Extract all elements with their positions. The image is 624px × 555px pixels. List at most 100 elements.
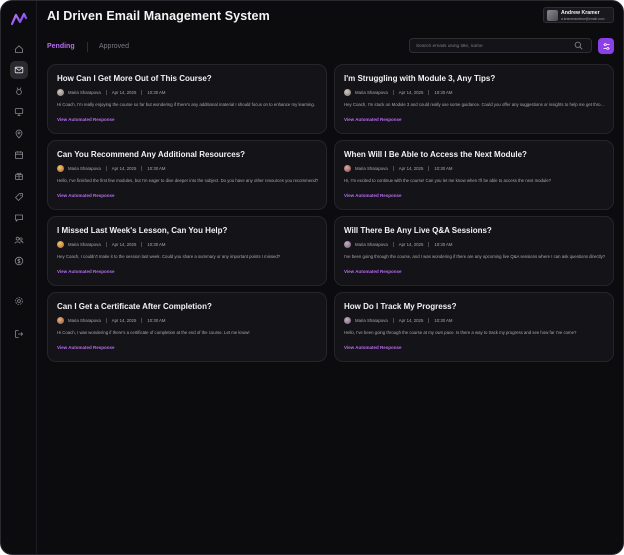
- sidebar: [1, 1, 37, 554]
- email-meta: Maria Sharapova Apr 14, 2025 10:30 AM: [344, 316, 453, 324]
- sidebar-item-billing[interactable]: [10, 252, 28, 270]
- user-email: a.kramerandrew@email.com: [561, 16, 605, 21]
- email-meta: Maria Sharapova Apr 14, 2025 10:30 AM: [344, 88, 453, 96]
- view-response-link[interactable]: View Automated Response: [57, 193, 115, 198]
- user-profile-button[interactable]: Andrew Kramer a.kramerandrew@email.com: [543, 7, 614, 23]
- sidebar-item-mail[interactable]: [10, 61, 28, 79]
- meta-divider: [105, 165, 107, 171]
- tab-approved[interactable]: Approved: [99, 43, 129, 50]
- view-response-link[interactable]: View Automated Response: [57, 269, 115, 274]
- meta-divider: [392, 89, 394, 95]
- email-preview: Hello, I've been going through the cours…: [344, 330, 577, 335]
- email-title: When Will I Be Able to Access the Next M…: [344, 150, 527, 159]
- email-time: 10:30 AM: [434, 317, 453, 323]
- email-preview: Hi Coach, I was wondering if there's a c…: [57, 330, 250, 335]
- email-preview: Hello, I've finished the first few modul…: [57, 178, 319, 183]
- meta-divider: [392, 241, 394, 247]
- app-window: AI Driven Email Management System Andrew…: [0, 0, 624, 555]
- sidebar-item-logout[interactable]: [10, 325, 28, 343]
- sender-name: Maria Sharapova: [355, 165, 388, 171]
- view-response-link[interactable]: View Automated Response: [344, 193, 402, 198]
- view-response-link[interactable]: View Automated Response: [344, 269, 402, 274]
- sender-name: Maria Sharapova: [68, 89, 101, 95]
- view-response-link[interactable]: View Automated Response: [57, 345, 115, 350]
- email-card[interactable]: How Can I Get More Out of This Course? M…: [47, 64, 327, 134]
- sidebar-item-rewards[interactable]: [10, 167, 28, 185]
- app-logo-icon[interactable]: [10, 10, 28, 28]
- gift-icon: [15, 172, 23, 180]
- sender-name: Maria Sharapova: [355, 317, 388, 323]
- email-title: I Missed Last Week's Lesson, Can You Hel…: [57, 226, 228, 235]
- email-meta: Maria Sharapova Apr 14, 2025 10:30 AM: [57, 88, 166, 96]
- meta-divider: [141, 317, 143, 323]
- email-preview: Hi, I'm excited to continue with the cou…: [344, 178, 552, 183]
- email-card[interactable]: Will There Be Any Live Q&A Sessions? Mar…: [334, 216, 614, 286]
- meta-divider: [392, 165, 394, 171]
- email-title: I'm Struggling with Module 3, Any Tips?: [344, 74, 496, 83]
- sender-name: Maria Sharapova: [68, 241, 101, 247]
- medal-icon: [16, 87, 22, 95]
- email-card[interactable]: Can I Get a Certificate After Completion…: [47, 292, 327, 362]
- sender-avatar: [344, 316, 351, 324]
- email-title: Can I Get a Certificate After Completion…: [57, 302, 212, 311]
- email-date: Apr 14, 2025: [111, 317, 137, 323]
- email-time: 10:30 AM: [147, 241, 166, 247]
- email-time: 10:30 AM: [434, 241, 453, 247]
- view-response-link[interactable]: View Automated Response: [57, 117, 115, 122]
- email-time: 10:30 AM: [434, 89, 453, 95]
- email-title: Will There Be Any Live Q&A Sessions?: [344, 226, 492, 235]
- email-meta: Maria Sharapova Apr 14, 2025 10:30 AM: [57, 240, 166, 248]
- tab-divider: [87, 42, 88, 52]
- email-date: Apr 14, 2025: [398, 89, 424, 95]
- email-time: 10:30 AM: [147, 165, 166, 171]
- email-date: Apr 14, 2025: [398, 241, 424, 247]
- sender-avatar: [57, 316, 64, 324]
- sender-avatar: [344, 164, 351, 172]
- view-response-link[interactable]: View Automated Response: [344, 117, 402, 122]
- email-meta: Maria Sharapova Apr 14, 2025 10:30 AM: [344, 240, 453, 248]
- email-card[interactable]: When Will I Be Able to Access the Next M…: [334, 140, 614, 210]
- tag-icon: [15, 193, 23, 201]
- filter-icon: [602, 42, 610, 50]
- user-name: Andrew Kramer: [561, 10, 600, 16]
- email-date: Apr 14, 2025: [111, 165, 137, 171]
- sidebar-item-settings[interactable]: [10, 292, 28, 310]
- filter-button[interactable]: [598, 38, 614, 54]
- tab-pending[interactable]: Pending: [47, 43, 75, 50]
- users-icon: [14, 236, 24, 244]
- sidebar-item-home[interactable]: [10, 40, 28, 58]
- search-box[interactable]: [409, 38, 592, 53]
- page-title: AI Driven Email Management System: [47, 9, 270, 23]
- sidebar-item-locations[interactable]: [10, 125, 28, 143]
- email-time: 10:30 AM: [147, 317, 166, 323]
- calendar-icon: [14, 151, 23, 159]
- meta-divider: [105, 89, 107, 95]
- meta-divider: [105, 241, 107, 247]
- mail-icon: [14, 66, 24, 74]
- meta-divider: [428, 241, 430, 247]
- sidebar-item-achievements[interactable]: [10, 82, 28, 100]
- sidebar-item-community[interactable]: [10, 231, 28, 249]
- email-meta: Maria Sharapova Apr 14, 2025 10:30 AM: [57, 164, 166, 172]
- sidebar-item-messages[interactable]: [10, 209, 28, 227]
- email-card[interactable]: Can You Recommend Any Additional Resourc…: [47, 140, 327, 210]
- dollar-icon: [14, 256, 24, 266]
- avatar: [547, 10, 558, 21]
- email-title: How Do I Track My Progress?: [344, 302, 457, 311]
- search-input[interactable]: [416, 41, 566, 51]
- email-card[interactable]: How Do I Track My Progress? Maria Sharap…: [334, 292, 614, 362]
- sidebar-item-courses[interactable]: [10, 103, 28, 121]
- email-time: 10:30 AM: [147, 89, 166, 95]
- email-card[interactable]: I Missed Last Week's Lesson, Can You Hel…: [47, 216, 327, 286]
- sidebar-item-offers[interactable]: [10, 188, 28, 206]
- search-icon[interactable]: [574, 41, 583, 50]
- sidebar-item-calendar[interactable]: [10, 146, 28, 164]
- email-title: Can You Recommend Any Additional Resourc…: [57, 150, 246, 159]
- email-preview: I've been going through the course, and …: [344, 254, 606, 259]
- email-date: Apr 14, 2025: [398, 165, 424, 171]
- email-card[interactable]: I'm Struggling with Module 3, Any Tips? …: [334, 64, 614, 134]
- view-response-link[interactable]: View Automated Response: [344, 345, 402, 350]
- email-title: How Can I Get More Out of This Course?: [57, 74, 212, 83]
- sender-name: Maria Sharapova: [68, 317, 101, 323]
- meta-divider: [141, 89, 143, 95]
